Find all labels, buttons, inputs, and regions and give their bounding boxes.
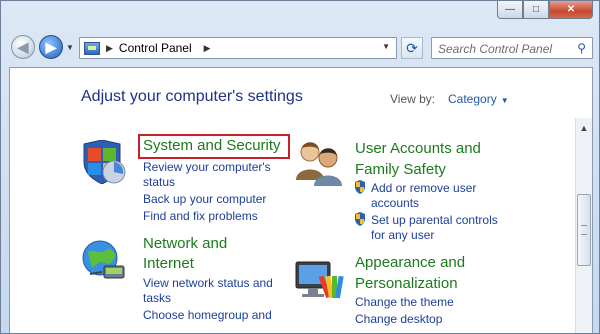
scrollbar-thumb[interactable] [577, 194, 591, 266]
content-pane: Adjust your computer's settings View by:… [9, 67, 593, 333]
view-by-value: Category [448, 92, 497, 106]
review-status-link[interactable]: Review your computer's [143, 159, 271, 175]
network-and-internet-link[interactable]: Network and [143, 234, 227, 254]
network-and-internet-link-cont[interactable]: Internet [143, 254, 194, 274]
back-button[interactable]: ◀ [11, 35, 35, 59]
minimize-button[interactable]: — [497, 1, 523, 19]
search-box[interactable]: ⚲ [431, 37, 593, 59]
search-icon[interactable]: ⚲ [577, 41, 586, 55]
network-title-line2: Internet [143, 255, 194, 272]
add-remove-user-link-cont[interactable]: accounts [371, 195, 419, 211]
parental-controls-link-cont[interactable]: for any user [371, 227, 434, 243]
appearance-personalization-icon [295, 261, 344, 299]
user-accounts-link[interactable]: User Accounts and [355, 139, 481, 159]
appearance-personalization-link[interactable]: Appearance and [355, 253, 465, 273]
review-status-link-cont[interactable]: status [143, 174, 175, 190]
network-internet-icon [82, 240, 125, 279]
breadcrumb-separator-icon[interactable]: ▶ [106, 43, 113, 54]
maximize-button[interactable]: □ [523, 1, 549, 19]
user-accounts-link-cont[interactable]: Family Safety [355, 160, 446, 180]
system-and-security-link[interactable]: System and Security [143, 136, 281, 156]
uac-shield-icon [355, 212, 365, 226]
find-fix-problems-link[interactable]: Find and fix problems [143, 208, 258, 224]
chevron-down-icon: ▼ [500, 96, 509, 105]
recent-pages-dropdown-icon[interactable]: ▼ [66, 43, 74, 52]
breadcrumb-control-panel[interactable]: Control Panel [119, 41, 192, 55]
user-accounts-icon [296, 142, 342, 186]
refresh-button[interactable]: ⟳ [401, 37, 423, 59]
address-bar[interactable]: ▶ Control Panel ▶ ▼ [79, 37, 397, 59]
vertical-scrollbar[interactable]: ▲ [575, 118, 592, 333]
close-button[interactable]: ✕ [549, 1, 593, 19]
caption-buttons: — □ ✕ [497, 1, 593, 19]
appearance-personalization-link-cont[interactable]: Personalization [355, 274, 458, 294]
change-desktop-link[interactable]: Change desktop [355, 311, 442, 327]
view-network-status-link-cont[interactable]: tasks [143, 290, 171, 306]
network-title-line1: Network and [143, 235, 228, 252]
add-remove-user-link[interactable]: Add or remove user [371, 180, 476, 196]
control-panel-window: — □ ✕ ◀ ▶ ▼ ▶ Control Panel ▶ ▼ ⟳ ⚲ Adju… [0, 0, 600, 334]
back-up-computer-link[interactable]: Back up your computer [143, 191, 266, 207]
address-dropdown-icon[interactable]: ▼ [382, 42, 390, 51]
navigation-toolbar: ◀ ▶ ▼ ▶ Control Panel ▶ ▼ ⟳ ⚲ [1, 31, 599, 63]
view-network-status-link[interactable]: View network status and [143, 275, 273, 291]
parental-controls-link[interactable]: Set up parental controls [371, 212, 498, 228]
scroll-up-icon[interactable]: ▲ [577, 120, 591, 136]
control-panel-icon [84, 41, 100, 55]
system-security-icon [83, 140, 126, 184]
change-theme-link[interactable]: Change the theme [355, 294, 454, 310]
choose-homegroup-link[interactable]: Choose homegroup and [143, 307, 272, 323]
forward-button[interactable]: ▶ [39, 35, 63, 59]
search-input[interactable] [436, 39, 572, 59]
breadcrumb-separator-icon[interactable]: ▶ [204, 43, 211, 54]
page-title: Adjust your computer's settings [81, 88, 303, 105]
grip-icon [581, 225, 587, 235]
uac-shield-icon [355, 180, 365, 194]
view-by-label: View by: [390, 92, 436, 106]
view-by-dropdown[interactable]: Category ▼ [448, 92, 509, 106]
